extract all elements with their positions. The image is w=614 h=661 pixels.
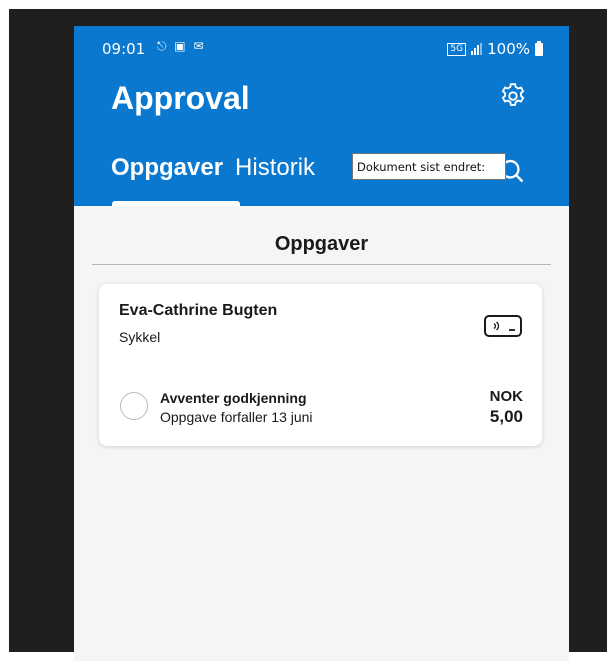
- task-currency: NOK: [489, 388, 523, 405]
- task-card[interactable]: Eva-Cathrine Bugten Sykkel Avventer godk…: [99, 284, 542, 446]
- app-header: 09:01 ⎋ ▣ ✉ 5G 100% Approval Oppgaver Hi…: [74, 26, 569, 206]
- signal-icon: [471, 43, 483, 55]
- task-requester-name: Eva-Cathrine Bugten: [119, 302, 278, 319]
- section-divider: [92, 264, 551, 265]
- gear-icon[interactable]: [498, 81, 528, 111]
- tooltip: Dokument sist endret:: [352, 153, 506, 180]
- task-select-circle[interactable]: [120, 392, 148, 420]
- app-screen: 09:01 ⎋ ▣ ✉ 5G 100% Approval Oppgaver Hi…: [74, 26, 569, 661]
- status-time: 09:01: [102, 40, 146, 58]
- status-right: 5G 100%: [447, 40, 543, 58]
- section-title: Oppgaver: [274, 233, 369, 255]
- task-status: Avventer godkjenning: [160, 390, 307, 406]
- device-frame: 09:01 ⎋ ▣ ✉ 5G 100% Approval Oppgaver Hi…: [9, 9, 607, 661]
- network-5g-icon: 5G: [447, 42, 467, 56]
- task-due-date: Oppgave forfaller 13 juni: [160, 409, 313, 425]
- notification-icons: ⎋ ▣ ✉: [157, 39, 206, 53]
- tab-historikk[interactable]: Historik: [235, 154, 315, 182]
- task-category: Sykkel: [119, 329, 161, 345]
- status-bar: 09:01 ⎋ ▣ ✉ 5G 100%: [74, 26, 569, 66]
- active-tab-indicator: [112, 201, 240, 206]
- task-amount: 5,00: [489, 407, 523, 426]
- battery-percent: 100%: [487, 40, 530, 58]
- app-title: Approval: [111, 80, 250, 116]
- battery-icon: [535, 40, 543, 56]
- tab-oppgaver[interactable]: Oppgaver: [111, 154, 223, 182]
- contactless-card-icon: [484, 315, 522, 337]
- tab-bar: Oppgaver Historik: [111, 154, 315, 182]
